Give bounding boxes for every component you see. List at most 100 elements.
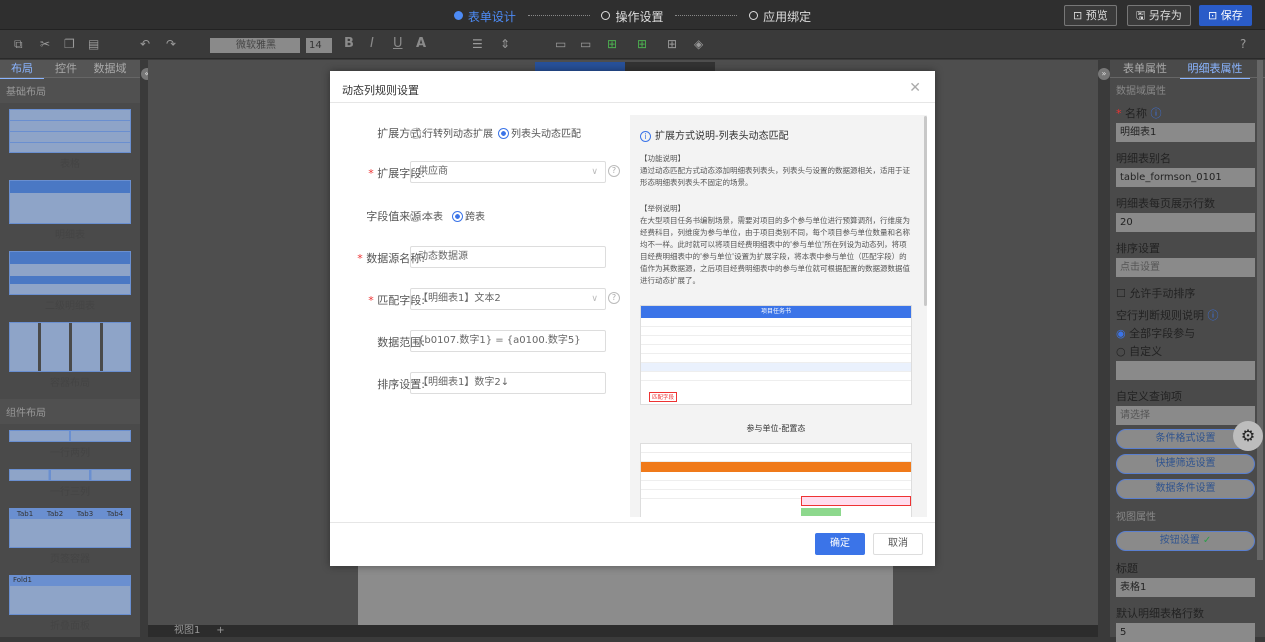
expand-field-select[interactable]: 供应商 ∨ (410, 161, 606, 183)
step-operation[interactable]: 操作设置 (615, 8, 663, 25)
layout-table[interactable]: 表格 (9, 109, 131, 174)
quick-filter-button[interactable]: 快捷筛选设置 (1116, 454, 1255, 474)
font-size-select[interactable]: 14 (306, 38, 332, 53)
step-connector (675, 14, 738, 16)
save-as-button[interactable]: 🖫 另存为 (1127, 5, 1191, 26)
layout-container[interactable]: 容器布局 (9, 322, 131, 393)
right-tabs: 表单属性 明细表属性 (1110, 60, 1265, 79)
layout-detail-table[interactable]: 明细表 (9, 180, 131, 245)
data-condition-button[interactable]: 数据条件设置 (1116, 479, 1255, 499)
radio-checked-icon (452, 211, 463, 222)
font-select[interactable]: 微软雅黑 (210, 38, 300, 53)
fill-color-icon[interactable]: ◈ (694, 37, 703, 51)
two-cols-thumbnail (9, 430, 131, 442)
sort-input[interactable]: 点击设置 (1116, 258, 1255, 277)
name-input[interactable]: 明细表1 (1116, 123, 1255, 142)
tab-detail-props[interactable]: 明细表属性 (1180, 60, 1250, 79)
fold-panel-thumbnail: Fold1 (9, 575, 131, 615)
rows-per-page-label: 明细表每页展示行数 (1116, 197, 1215, 210)
match-field-select[interactable]: 【明细表1】文本2 ∨ (410, 288, 606, 310)
format-toolbar: ⧉ ✂ ❐ ▤ ↶ ↷ 微软雅黑 14 B I U A ☰ ⇕ ▭ ▭ ⊞ ⊞ … (0, 31, 1265, 59)
copy-icon[interactable]: ❐ (64, 37, 75, 51)
layout-one-row-three-cols[interactable]: 一行三列 (9, 469, 131, 502)
info-scrollbar[interactable] (924, 116, 927, 306)
confirm-button[interactable]: 确定 (815, 533, 865, 555)
button-settings-button[interactable]: 按钮设置 ✓ (1116, 531, 1255, 551)
font-color-icon[interactable]: A (416, 36, 426, 51)
cancel-button[interactable]: 取消 (873, 533, 923, 555)
custom-query-select[interactable]: 请选择 (1116, 406, 1255, 425)
collapse-right-icon[interactable]: » (1098, 68, 1110, 80)
option-custom[interactable]: ○ 自定义 (1110, 343, 1265, 361)
preview-orange-bar (641, 462, 911, 472)
step-form-design[interactable]: 表单设计 (468, 8, 516, 25)
step-dot (601, 11, 611, 20)
preview-row (641, 472, 911, 481)
expand-mode-row: 扩展方式: 行转列动态扩展 列表头动态匹配 (330, 121, 630, 143)
copy-format-icon[interactable]: ⧉ (14, 37, 23, 52)
save-button[interactable]: ⊡ 保存 (1199, 5, 1252, 26)
tab-layout[interactable]: 布局 (0, 60, 44, 79)
preview-row (641, 444, 911, 453)
redo-icon[interactable]: ↷ (166, 37, 176, 51)
title-input[interactable]: 表格1 (1116, 578, 1255, 597)
merge-icon[interactable]: ▭ (555, 37, 566, 51)
help-icon[interactable]: ? (608, 292, 620, 304)
alias-input[interactable]: table_formson_0101 (1116, 168, 1255, 187)
preview-button[interactable]: ⊡ 预览 (1064, 5, 1117, 26)
valign-icon[interactable]: ⇕ (500, 37, 510, 51)
add-sheet-button[interactable]: + (216, 625, 224, 636)
sheet-tab[interactable]: 视图1 (174, 625, 200, 636)
default-rows-input[interactable]: 5 (1116, 623, 1255, 642)
basic-layout-section: 基础布局 (0, 78, 140, 103)
preview-row (641, 363, 911, 372)
preview-row (641, 453, 911, 462)
cut-icon[interactable]: ✂ (40, 37, 50, 51)
dynamic-column-dialog: 动态列规则设置 ✕ 扩展方式: 行转列动态扩展 列表头动态匹配 * 扩展字段: … (330, 71, 935, 566)
align-icon[interactable]: ☰ (472, 37, 483, 51)
option-all-fields[interactable]: ◉ 全部字段参与 (1110, 325, 1265, 343)
info-panel: i 扩展方式说明-列表头动态匹配 【功能说明】 通过动态匹配方式动态添加明细表列表… (630, 115, 927, 517)
bold-icon[interactable]: B (344, 36, 354, 51)
close-icon[interactable]: ✕ (909, 80, 921, 96)
tab-data-domain[interactable]: 数据域 (88, 60, 132, 78)
radio-cross-table[interactable]: 跨表 (452, 208, 485, 223)
paste-icon[interactable]: ▤ (88, 37, 99, 51)
step-binding[interactable]: 应用绑定 (763, 8, 811, 25)
radio-header-match[interactable]: 列表头动态匹配 (498, 125, 581, 140)
preview-image-config: 项目任务书 匹配字段 (640, 305, 912, 405)
help-icon[interactable]: ? (608, 165, 620, 177)
border-icon[interactable]: ⊞ (667, 37, 677, 51)
sort-input[interactable]: 【明细表1】数字2↓ (410, 372, 606, 394)
layout-sub-detail-table[interactable]: 二级明细表 (9, 251, 131, 316)
italic-icon[interactable]: I (370, 36, 374, 51)
undo-icon[interactable]: ↶ (140, 37, 150, 51)
layout-tab-container[interactable]: Tab1 Tab2 Tab3 Tab4 页签容器 (9, 508, 131, 569)
tab-controls[interactable]: 控件 (44, 60, 88, 78)
layout-fold-panel[interactable]: Fold1 折叠面板 (9, 575, 131, 636)
preview-image-runtime (640, 443, 912, 517)
insert-col-icon[interactable]: ⊞ (637, 37, 647, 51)
expand-field-row: * 扩展字段: 供应商 ∨ ? (330, 161, 630, 183)
dialog-footer: 确定 取消 (330, 522, 935, 566)
radio-this-table[interactable]: 本表 (410, 208, 443, 223)
radio-row-to-column[interactable]: 行转列动态扩展 (410, 125, 493, 140)
manual-sort-checkbox[interactable]: ☐ 允许手动排序 (1110, 281, 1265, 303)
layout-one-row-two-cols[interactable]: 一行两列 (9, 430, 131, 463)
custom-rule-input[interactable] (1116, 361, 1255, 380)
assistant-float-icon[interactable]: ⚙ (1233, 421, 1263, 451)
preview-row (641, 318, 911, 327)
split-icon[interactable]: ▭ (580, 37, 591, 51)
dialog-title: 动态列规则设置 (330, 71, 935, 103)
right-scrollbar[interactable] (1257, 60, 1263, 560)
source-row: 字段值来源: 本表 跨表 (330, 204, 630, 226)
preview-row (641, 345, 911, 354)
help-icon[interactable]: ? (1240, 37, 1246, 51)
name-label: * 名称 ⓘ (1116, 107, 1162, 120)
ds-name-input[interactable]: 动态数据源 (410, 246, 606, 268)
range-input[interactable]: {b0107.数字1} = {a0100.数字5} (410, 330, 606, 352)
insert-row-icon[interactable]: ⊞ (607, 37, 617, 51)
underline-icon[interactable]: U (393, 36, 403, 51)
rows-per-page-input[interactable]: 20 (1116, 213, 1255, 232)
tab-form-props[interactable]: 表单属性 (1110, 60, 1180, 78)
